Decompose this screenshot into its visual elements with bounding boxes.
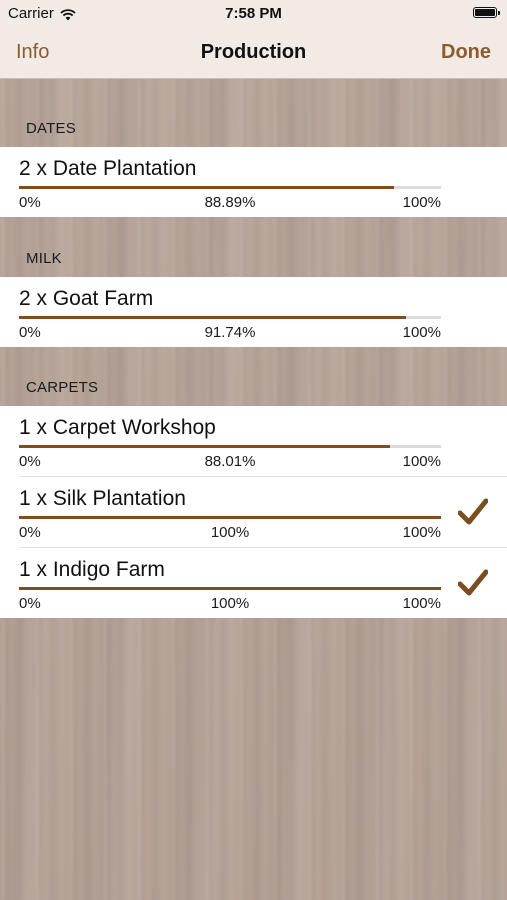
row-title: 1 x Carpet Workshop — [19, 416, 216, 439]
progress-fill — [19, 316, 407, 319]
row-title: 1 x Indigo Farm — [19, 558, 165, 581]
progress-value-label: 91.74% — [204, 324, 256, 341]
production-row-date-plantation[interactable]: 2 x Date Plantation 0% 88.89% 100% — [0, 147, 507, 217]
production-row-goat-farm[interactable]: 2 x Goat Farm 0% 91.74% 100% — [0, 277, 507, 347]
battery-icon — [473, 7, 500, 18]
progress-value-label: 88.01% — [204, 453, 256, 470]
progress-fill — [19, 186, 395, 189]
navigation-bar: Info Production Done — [0, 28, 507, 79]
progress-max-label: 100% — [402, 524, 441, 541]
section-header-carpets: CARPETS — [26, 379, 99, 396]
progress-max-label: 100% — [402, 453, 441, 470]
production-row-silk-plantation[interactable]: 1 x Silk Plantation 0% 100% 100% — [0, 477, 507, 548]
row-title: 1 x Silk Plantation — [19, 487, 186, 510]
checkmark-icon — [457, 497, 489, 527]
page-title: Production — [200, 41, 307, 63]
progress-bar — [19, 316, 441, 319]
row-title: 2 x Date Plantation — [19, 157, 197, 180]
progress-bar — [19, 587, 441, 590]
progress-value-label: 100% — [210, 595, 250, 612]
progress-max-label: 100% — [402, 595, 441, 612]
progress-value-label: 100% — [210, 524, 250, 541]
row-title: 2 x Goat Farm — [19, 287, 154, 310]
progress-bar — [19, 186, 441, 189]
progress-fill — [19, 445, 391, 448]
section-header-milk: MILK — [26, 250, 62, 267]
progress-max-label: 100% — [402, 324, 441, 341]
progress-bar — [19, 516, 441, 519]
status-time: 7:58 PM — [225, 5, 282, 22]
progress-fill — [19, 516, 441, 519]
progress-fill — [19, 587, 441, 590]
production-row-carpet-workshop[interactable]: 1 x Carpet Workshop 0% 88.01% 100% — [0, 406, 507, 477]
progress-value-label: 88.89% — [204, 194, 256, 211]
progress-max-label: 100% — [402, 194, 441, 211]
section-header-dates: DATES — [26, 120, 76, 137]
status-bar: Carrier 7:58 PM — [0, 0, 507, 28]
checkmark-icon — [457, 568, 489, 598]
production-row-indigo-farm[interactable]: 1 x Indigo Farm 0% 100% 100% — [0, 548, 507, 618]
done-button[interactable]: Done — [441, 41, 491, 64]
progress-bar — [19, 445, 441, 448]
